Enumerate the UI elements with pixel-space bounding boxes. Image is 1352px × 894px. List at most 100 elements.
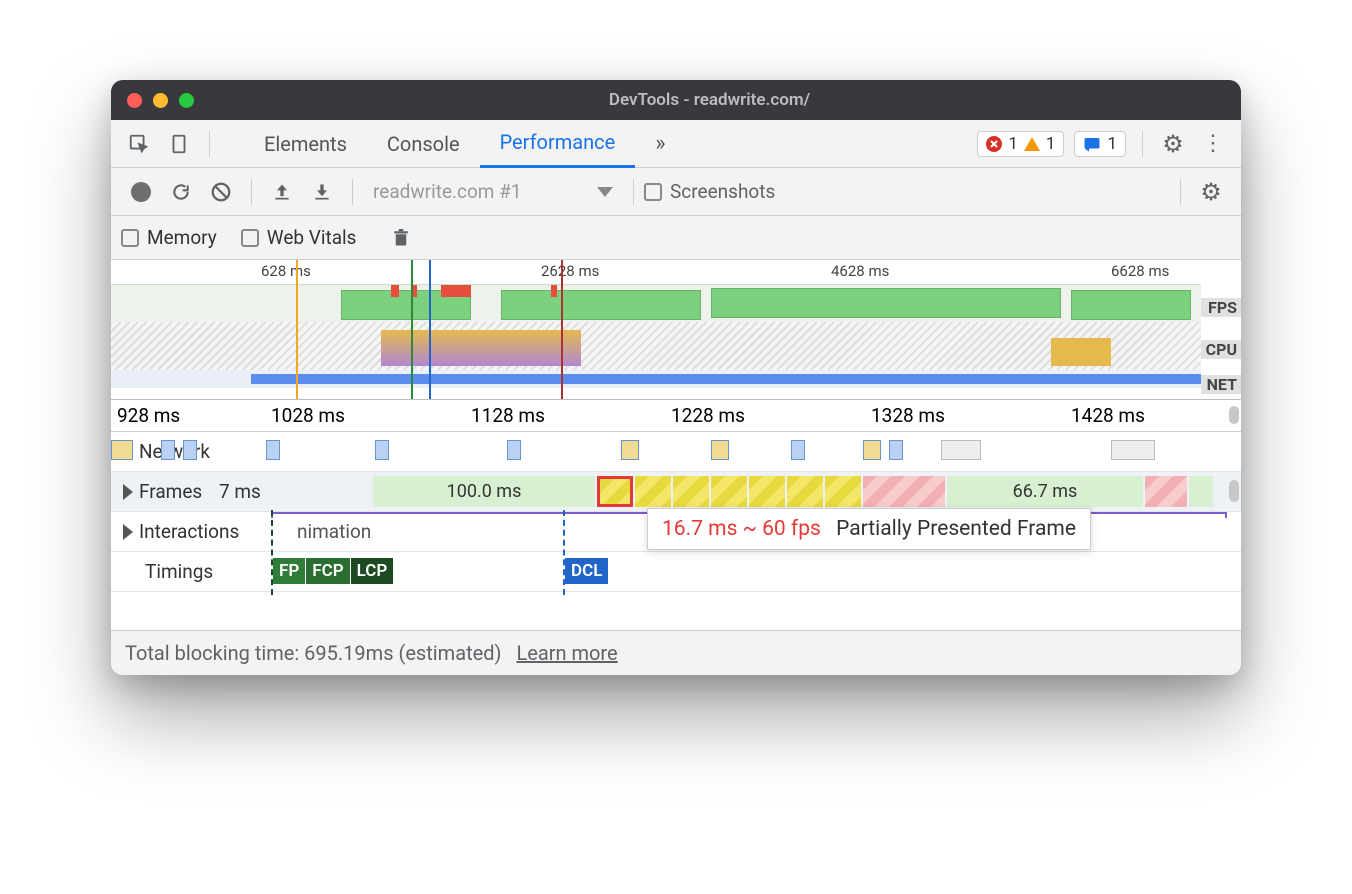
- fps-bar: [501, 290, 701, 320]
- timeline-overview[interactable]: 628 ms 2628 ms 4628 ms 6628 ms FPS CPU N…: [111, 260, 1241, 400]
- tab-elements[interactable]: Elements: [244, 120, 367, 168]
- options-toolbar: Memory Web Vitals: [111, 216, 1241, 260]
- close-window-button[interactable]: [127, 93, 142, 108]
- marker-line: [429, 260, 431, 399]
- fps-label: FPS: [1201, 298, 1241, 317]
- clear-icon[interactable]: [205, 176, 237, 208]
- frame-segment[interactable]: [863, 476, 945, 507]
- net-request[interactable]: [791, 440, 805, 460]
- tooltip-label: Partially Presented Frame: [836, 517, 1076, 541]
- web-vitals-label: Web Vitals: [267, 226, 357, 249]
- timing-marker: [563, 510, 565, 595]
- memory-checkbox[interactable]: [121, 229, 139, 247]
- screenshots-label: Screenshots: [670, 180, 775, 203]
- fps-drop: [551, 285, 557, 297]
- recording-selector[interactable]: readwrite.com #1: [363, 180, 623, 203]
- net-request[interactable]: [889, 440, 903, 460]
- chevron-down-icon: [597, 187, 613, 197]
- more-tabs-icon[interactable]: »: [635, 120, 685, 168]
- frame-segment[interactable]: 66.7 ms: [947, 476, 1143, 507]
- issues-badge[interactable]: 1: [1074, 131, 1126, 157]
- fps-bar: [711, 288, 1061, 318]
- reload-icon[interactable]: [165, 176, 197, 208]
- lcp-badge[interactable]: LCP: [351, 558, 394, 584]
- net-label: NET: [1201, 375, 1241, 394]
- ruler-tick: 928 ms: [117, 404, 180, 427]
- fps-drop: [391, 285, 399, 297]
- frame-segment[interactable]: [673, 476, 709, 507]
- net-fill: [251, 374, 1201, 384]
- marker-line: [296, 260, 298, 399]
- net-request[interactable]: [375, 440, 389, 460]
- overview-tick: 6628 ms: [1111, 262, 1169, 280]
- timings-lane[interactable]: Timings FP FCP LCP DCL: [111, 552, 1241, 592]
- interaction-text: nimation: [297, 520, 371, 543]
- net-request[interactable]: [111, 440, 133, 460]
- frame-segment[interactable]: [635, 476, 671, 507]
- capture-settings-icon[interactable]: ⚙: [1195, 176, 1227, 208]
- main-toolbar: Elements Console Performance » 1 1 1 ⚙ ⋮: [111, 120, 1241, 168]
- net-request[interactable]: [1111, 440, 1155, 460]
- scrollbar-thumb[interactable]: [1229, 480, 1239, 502]
- net-request[interactable]: [266, 440, 280, 460]
- ruler-tick: 1028 ms: [271, 404, 345, 427]
- tab-console[interactable]: Console: [367, 120, 480, 168]
- fps-drop: [441, 285, 471, 297]
- upload-icon[interactable]: [266, 176, 298, 208]
- screenshots-checkbox[interactable]: [644, 183, 662, 201]
- error-warning-badge[interactable]: 1 1: [977, 131, 1064, 157]
- net-request[interactable]: [161, 440, 175, 460]
- net-request[interactable]: [183, 440, 197, 460]
- net-request[interactable]: [941, 440, 981, 460]
- performance-toolbar: readwrite.com #1 Screenshots ⚙: [111, 168, 1241, 216]
- settings-icon[interactable]: ⚙: [1157, 128, 1189, 160]
- fcp-badge[interactable]: FCP: [306, 558, 349, 584]
- dcl-badge[interactable]: DCL: [565, 558, 608, 584]
- frames-lane[interactable]: Frames 7 ms 100.0 ms 66.7 ms: [111, 472, 1241, 512]
- overview-tick: 628 ms: [261, 262, 311, 280]
- net-request[interactable]: [507, 440, 521, 460]
- record-button[interactable]: [131, 182, 151, 202]
- device-toggle-icon[interactable]: [163, 128, 195, 160]
- tbt-text: Total blocking time: 695.19ms (estimated…: [125, 641, 501, 665]
- net-request[interactable]: [863, 440, 881, 460]
- cpu-label: CPU: [1201, 340, 1241, 359]
- learn-more-link[interactable]: Learn more: [516, 641, 617, 665]
- frame-duration: 66.7 ms: [1013, 481, 1078, 502]
- ruler-tick: 1328 ms: [871, 404, 945, 427]
- cpu-band: [111, 322, 1201, 370]
- download-icon[interactable]: [306, 176, 338, 208]
- maximize-window-button[interactable]: [179, 93, 194, 108]
- warning-count: 1: [1046, 134, 1056, 154]
- frame-segment[interactable]: [1189, 476, 1213, 507]
- network-lane[interactable]: Network: [111, 432, 1241, 472]
- fp-badge[interactable]: FP: [273, 558, 305, 584]
- more-menu-icon[interactable]: ⋮: [1197, 128, 1229, 160]
- frame-segment[interactable]: [825, 476, 861, 507]
- cpu-activity: [1051, 338, 1111, 366]
- window-titlebar: DevTools - readwrite.com/: [111, 80, 1241, 120]
- trash-icon[interactable]: [385, 222, 417, 254]
- scrollbar-thumb[interactable]: [1229, 406, 1239, 424]
- frame-segment[interactable]: [1145, 476, 1187, 507]
- frame-segment[interactable]: [787, 476, 823, 507]
- tab-performance[interactable]: Performance: [480, 120, 636, 168]
- net-request[interactable]: [711, 440, 729, 460]
- marker-line: [411, 260, 413, 399]
- minimize-window-button[interactable]: [153, 93, 168, 108]
- spacer-row: [111, 592, 1241, 630]
- error-count: 1: [1008, 134, 1018, 154]
- frame-segment[interactable]: [711, 476, 747, 507]
- timing-marker: [271, 510, 273, 595]
- web-vitals-checkbox[interactable]: [241, 229, 259, 247]
- ruler-tick: 1428 ms: [1071, 404, 1145, 427]
- footer-bar: Total blocking time: 695.19ms (estimated…: [111, 630, 1241, 675]
- frame-segment-selected[interactable]: [597, 476, 633, 507]
- memory-label: Memory: [147, 226, 217, 249]
- net-request[interactable]: [621, 440, 639, 460]
- frame-segment[interactable]: 100.0 ms: [373, 476, 595, 507]
- frame-segment[interactable]: [749, 476, 785, 507]
- warning-icon: [1024, 137, 1040, 151]
- detail-ruler[interactable]: 928 ms 1028 ms 1128 ms 1228 ms 1328 ms 1…: [111, 400, 1241, 432]
- inspect-icon[interactable]: [123, 128, 155, 160]
